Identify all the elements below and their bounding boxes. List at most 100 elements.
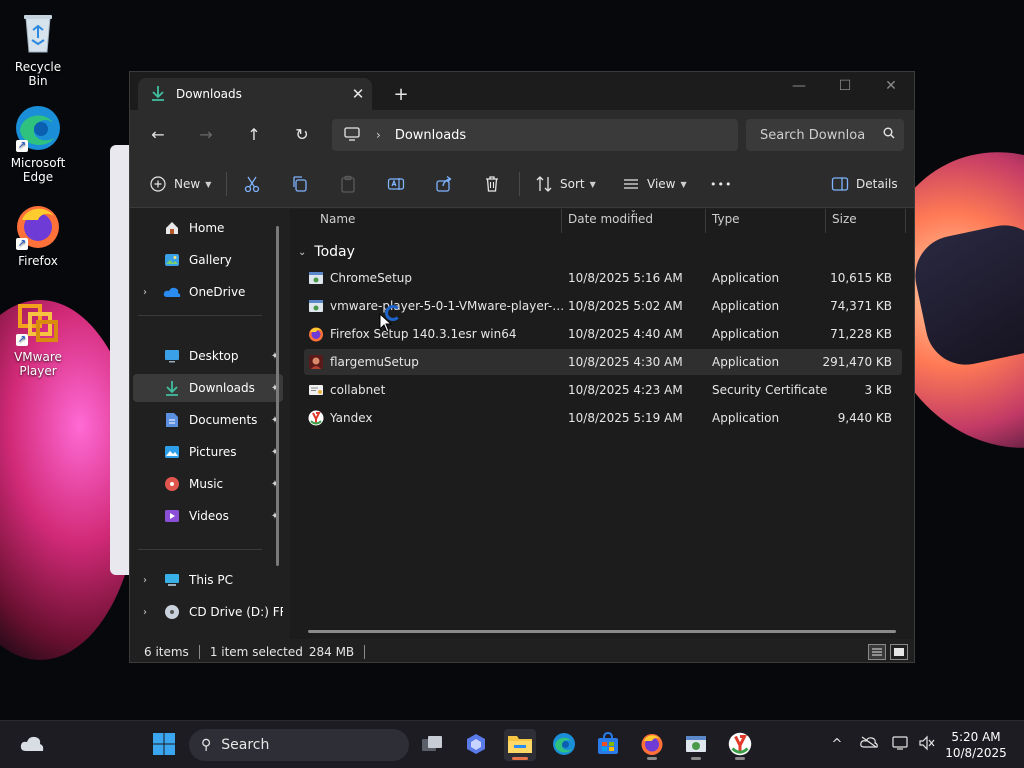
system-clock[interactable]: 5:20 AM 10/8/2025 — [940, 729, 1012, 761]
task-view-button[interactable] — [416, 729, 448, 761]
new-tab-button[interactable]: + — [388, 82, 414, 108]
sidebar-item-desktop[interactable]: Desktop ✦ — [133, 342, 283, 370]
breadcrumb-separator[interactable]: › — [376, 128, 381, 142]
new-button[interactable]: New ▼ — [148, 172, 211, 196]
search-input[interactable]: Search Downloa — [746, 119, 904, 151]
sidebar-scrollbar[interactable] — [276, 226, 279, 566]
expand-chevron-icon[interactable]: › — [133, 575, 157, 586]
file-list[interactable]: Name ⌄ Date modified Type Size ⌄ Today C… — [290, 205, 914, 639]
title-bar[interactable]: Downloads ✕ + — ☐ ✕ — [130, 72, 914, 110]
weather-widget-button[interactable] — [16, 729, 48, 761]
minimize-button[interactable]: — — [776, 72, 822, 102]
column-header-date[interactable]: Date modified — [568, 209, 653, 233]
pin-icon[interactable]: ✦ — [267, 511, 283, 522]
back-button[interactable]: ← — [144, 122, 172, 148]
details-view-button[interactable] — [868, 644, 886, 660]
taskbar-yandex[interactable] — [724, 729, 756, 761]
pin-icon[interactable]: ✦ — [267, 383, 283, 394]
taskbar-installer[interactable] — [680, 729, 712, 761]
file-explorer-window[interactable]: Downloads ✕ + — ☐ ✕ ← → ↑ ↻ › Downloads … — [129, 71, 915, 663]
sort-button[interactable]: Sort ▼ — [534, 172, 596, 196]
sidebar-item-label: Pictures — [189, 445, 237, 459]
column-divider[interactable] — [905, 209, 906, 233]
sidebar-item-cd-drive[interactable]: › CD Drive (D:) FR — [133, 598, 283, 626]
desktop-icon-edge[interactable]: ↗ Microsoft Edge — [4, 104, 72, 184]
show-hidden-icons-button[interactable]: ^ — [827, 735, 847, 755]
onedrive-tray-icon[interactable] — [859, 735, 879, 755]
table-row[interactable]: Firefox Setup 140.3.1esr win64 10/8/2025… — [304, 321, 902, 347]
selection-count: 1 item selected — [209, 644, 303, 659]
taskbar: ⚲ Search ^ 5:20 AM 10/8/2025 — [0, 720, 1024, 768]
store-icon — [596, 731, 620, 759]
file-date: 10/8/2025 4:23 AM — [568, 383, 683, 397]
desktop-icon-vmware[interactable]: ↗ VMware Player — [4, 298, 72, 378]
running-indicator — [735, 757, 745, 760]
cut-button[interactable] — [242, 172, 262, 196]
maximize-button[interactable]: ☐ — [822, 72, 868, 102]
table-row[interactable]: collabnet 10/8/2025 4:23 AM Security Cer… — [304, 377, 902, 403]
column-divider[interactable] — [825, 209, 826, 233]
tab-close-button[interactable]: ✕ — [344, 85, 372, 103]
paste-icon — [338, 174, 358, 194]
forward-button[interactable]: → — [192, 122, 220, 148]
start-button[interactable] — [148, 729, 180, 761]
share-button[interactable] — [434, 172, 454, 196]
table-row[interactable]: ChromeSetup 10/8/2025 5:16 AM Applicatio… — [304, 265, 902, 291]
desktop-icon-firefox[interactable]: ↗ Firefox — [4, 202, 72, 268]
taskbar-edge[interactable] — [548, 729, 580, 761]
sidebar-item-pictures[interactable]: Pictures ✦ — [133, 438, 283, 466]
delete-button[interactable] — [482, 172, 502, 196]
sidebar-item-documents[interactable]: Documents ✦ — [133, 406, 283, 434]
expand-chevron-icon[interactable]: › — [133, 287, 157, 298]
column-header-type[interactable]: Type — [712, 209, 740, 233]
desktop-icon-recycle-bin[interactable]: Recycle Bin — [4, 8, 72, 88]
copy-button[interactable] — [290, 172, 310, 196]
pin-icon[interactable]: ✦ — [267, 415, 283, 426]
refresh-button[interactable]: ↻ — [288, 122, 316, 148]
details-pane-button[interactable]: Details — [830, 172, 898, 196]
taskbar-firefox[interactable] — [636, 729, 668, 761]
sidebar-item-music[interactable]: Music ✦ — [133, 470, 283, 498]
rename-button[interactable] — [386, 172, 406, 196]
taskbar-file-explorer[interactable] — [504, 729, 536, 761]
pin-icon[interactable]: ✦ — [267, 479, 283, 490]
paste-button[interactable] — [338, 172, 358, 196]
sidebar-item-onedrive[interactable]: › OneDrive — [133, 278, 283, 306]
close-button[interactable]: ✕ — [868, 72, 914, 102]
breadcrumb-downloads[interactable]: Downloads — [395, 128, 466, 143]
tiles-view-button[interactable] — [890, 644, 908, 660]
taskbar-search-button[interactable]: ⚲ Search — [189, 729, 409, 761]
sidebar-item-downloads[interactable]: Downloads ✦ — [133, 374, 283, 402]
sidebar-item-this-pc[interactable]: › This PC — [133, 566, 283, 594]
horizontal-scrollbar[interactable] — [308, 630, 896, 633]
volume-muted-icon[interactable] — [917, 735, 937, 755]
file-size: 9,440 KB — [837, 411, 892, 425]
copilot-button[interactable] — [460, 729, 492, 761]
column-divider[interactable] — [561, 209, 562, 233]
group-header-today[interactable]: ⌄ Today — [298, 242, 355, 262]
command-bar: New ▼ Sort ▼ View ▼ ••• Details — [130, 160, 914, 208]
windows-logo-icon — [152, 732, 176, 759]
address-bar[interactable]: › Downloads — [332, 119, 738, 151]
navigation-pane[interactable]: Home Gallery › OneDrive Desktop ✦ Downlo… — [130, 209, 288, 639]
pin-icon[interactable]: ✦ — [267, 351, 283, 362]
more-options-button[interactable]: ••• — [710, 172, 732, 196]
network-icon[interactable] — [891, 735, 911, 755]
file-name: Yandex — [330, 411, 373, 425]
column-divider[interactable] — [705, 209, 706, 233]
expand-chevron-icon[interactable]: › — [133, 607, 157, 618]
table-row[interactable]: flargemuSetup 10/8/2025 4:30 AM Applicat… — [304, 349, 902, 375]
sidebar-item-gallery[interactable]: Gallery — [133, 246, 283, 274]
column-header-size[interactable]: Size — [832, 209, 857, 233]
folder-icon — [507, 733, 533, 758]
column-header-name[interactable]: Name — [320, 209, 355, 233]
taskbar-store[interactable] — [592, 729, 624, 761]
sidebar-item-videos[interactable]: Videos ✦ — [133, 502, 283, 530]
tab-downloads[interactable]: Downloads ✕ — [138, 78, 372, 110]
sort-icon — [534, 174, 554, 194]
view-button[interactable]: View ▼ — [621, 172, 687, 196]
up-button[interactable]: ↑ — [240, 122, 268, 148]
pin-icon[interactable]: ✦ — [267, 447, 283, 458]
sidebar-item-home[interactable]: Home — [133, 214, 283, 242]
table-row[interactable]: Yandex 10/8/2025 5:19 AM Application 9,4… — [304, 405, 902, 431]
